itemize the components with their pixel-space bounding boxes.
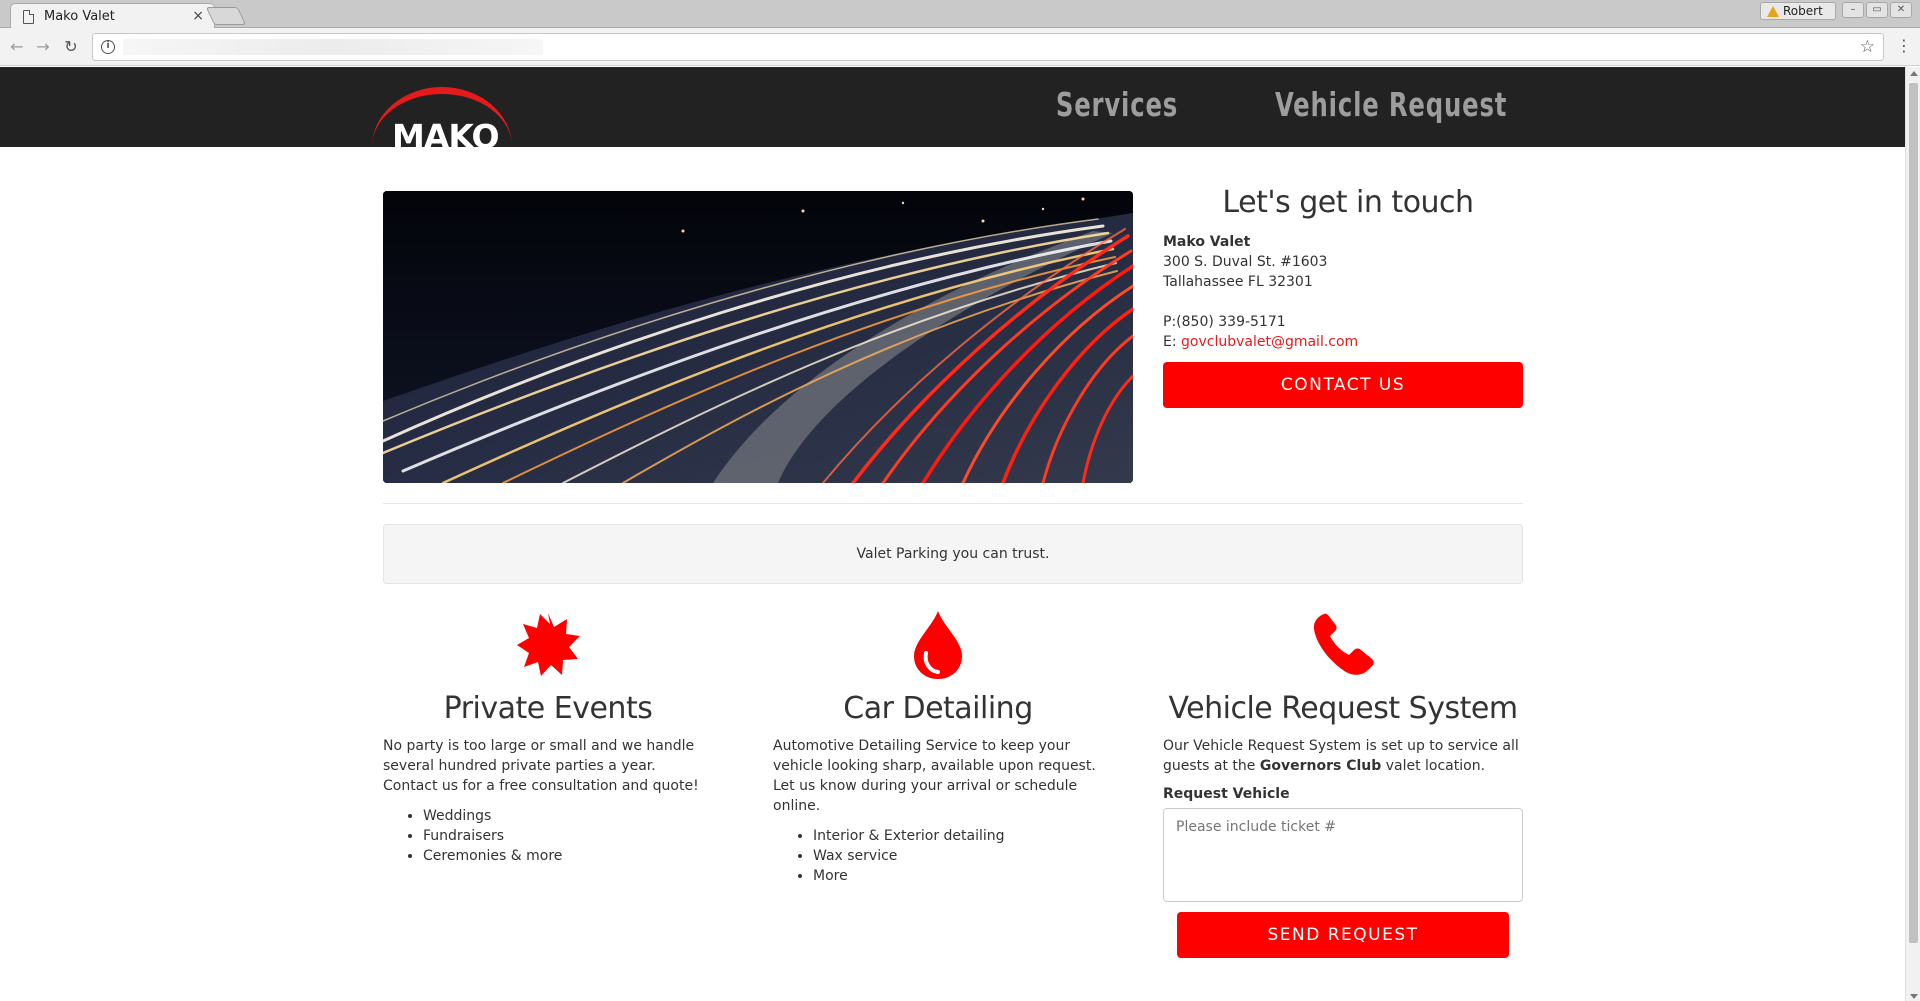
- contact-panel: Let's get in touch Mako Valet 300 S. Duv…: [1163, 185, 1523, 408]
- contact-address: Mako Valet 300 S. Duval St. #1603 Tallah…: [1163, 232, 1523, 352]
- page-scrollbar[interactable]: [1905, 67, 1920, 1001]
- list-item: More: [813, 866, 1103, 886]
- email-label: E:: [1163, 334, 1182, 350]
- car-detailing-list: Interior & Exterior detailing Wax servic…: [773, 826, 1103, 886]
- starburst-icon: [383, 605, 713, 685]
- private-events-column: Private Events No party is too large or …: [383, 605, 713, 866]
- address-line-2: Tallahassee FL 32301: [1163, 274, 1313, 290]
- tab-strip: Mako Valet × Robert – ▭ ✕: [0, 0, 1920, 29]
- vehicle-request-column: Vehicle Request System Our Vehicle Reque…: [1163, 605, 1523, 958]
- private-events-title: Private Events: [443, 691, 653, 726]
- page-viewport: MAKO Services Vehicle Request Let's get …: [0, 67, 1905, 1001]
- back-icon[interactable]: ←: [6, 36, 28, 58]
- send-request-button[interactable]: SEND REQUEST: [1177, 912, 1509, 958]
- vehicle-request-title: Vehicle Request System: [1168, 691, 1518, 726]
- contact-us-button[interactable]: CONTACT US: [1163, 362, 1523, 408]
- car-detailing-column: Car Detailing Automotive Detailing Servi…: [773, 605, 1103, 886]
- phone-label: P:: [1163, 314, 1177, 330]
- nav-link-vehicle-request[interactable]: Vehicle Request: [1275, 85, 1507, 124]
- list-item: Wax service: [813, 846, 1103, 866]
- car-detailing-title: Car Detailing: [843, 691, 1033, 726]
- email-link[interactable]: govclubvalet@gmail.com: [1181, 334, 1358, 350]
- company-name: Mako Valet: [1163, 234, 1251, 250]
- highway-light-trails-graphic: [383, 191, 1133, 483]
- list-item: Ceremonies & more: [423, 846, 713, 866]
- private-events-list: Weddings Fundraisers Ceremonies & more: [383, 806, 713, 866]
- list-item: Interior & Exterior detailing: [813, 826, 1103, 846]
- list-item: Weddings: [423, 806, 713, 826]
- site-info-icon[interactable]: i: [101, 40, 115, 54]
- address-line-1: 300 S. Duval St. #1603: [1163, 254, 1328, 270]
- close-tab-icon[interactable]: ×: [192, 8, 204, 24]
- profile-button[interactable]: Robert: [1760, 2, 1836, 20]
- governors-club: Governors Club: [1259, 758, 1382, 774]
- car-detailing-text: Automotive Detailing Service to keep you…: [773, 738, 1096, 814]
- minimize-button[interactable]: –: [1842, 2, 1864, 18]
- scroll-up-icon[interactable]: [1910, 71, 1918, 76]
- scroll-down-icon[interactable]: [1910, 994, 1918, 999]
- contact-heading: Let's get in touch: [1222, 185, 1474, 220]
- reload-icon[interactable]: ↻: [60, 36, 82, 58]
- browser-tab[interactable]: Mako Valet ×: [10, 3, 215, 29]
- list-item: Fundraisers: [423, 826, 713, 846]
- scrollbar-thumb[interactable]: [1909, 83, 1918, 943]
- hero-highway-image: [383, 191, 1133, 483]
- mako-logo[interactable]: MAKO: [368, 81, 516, 147]
- profile-name: Robert: [1783, 4, 1823, 18]
- bookmark-star-icon[interactable]: ☆: [1860, 37, 1875, 57]
- vehicle-request-text: Our Vehicle Request System is set up to …: [1163, 738, 1519, 774]
- phone-icon: [1163, 605, 1523, 685]
- drop-icon: [773, 605, 1103, 685]
- browser-toolbar: ← → ↻ i ☆ ⋮: [0, 28, 1920, 66]
- document-icon: [23, 9, 34, 24]
- forward-icon[interactable]: →: [32, 36, 54, 58]
- warning-icon: [1767, 5, 1779, 17]
- request-vehicle-label: Request Vehicle: [1163, 786, 1290, 802]
- site-navbar: MAKO Services Vehicle Request: [0, 67, 1905, 147]
- close-window-button[interactable]: ✕: [1890, 2, 1912, 18]
- logo-text: MAKO: [392, 117, 500, 147]
- tab-title: Mako Valet: [44, 9, 115, 24]
- browser-menu-icon[interactable]: ⋮: [1896, 36, 1912, 55]
- phone-number: (850) 339-5171: [1176, 314, 1286, 330]
- nav-links: Services Vehicle Request: [1029, 85, 1507, 124]
- address-bar[interactable]: i ☆: [92, 33, 1884, 61]
- maximize-button[interactable]: ▭: [1866, 2, 1888, 18]
- nav-link-services[interactable]: Services: [1055, 85, 1177, 124]
- url-text: [123, 39, 543, 55]
- ticket-number-input[interactable]: [1163, 808, 1523, 902]
- private-events-text: No party is too large or small and we ha…: [383, 738, 699, 794]
- tagline-well: Valet Parking you can trust.: [383, 524, 1523, 584]
- divider: [383, 503, 1523, 504]
